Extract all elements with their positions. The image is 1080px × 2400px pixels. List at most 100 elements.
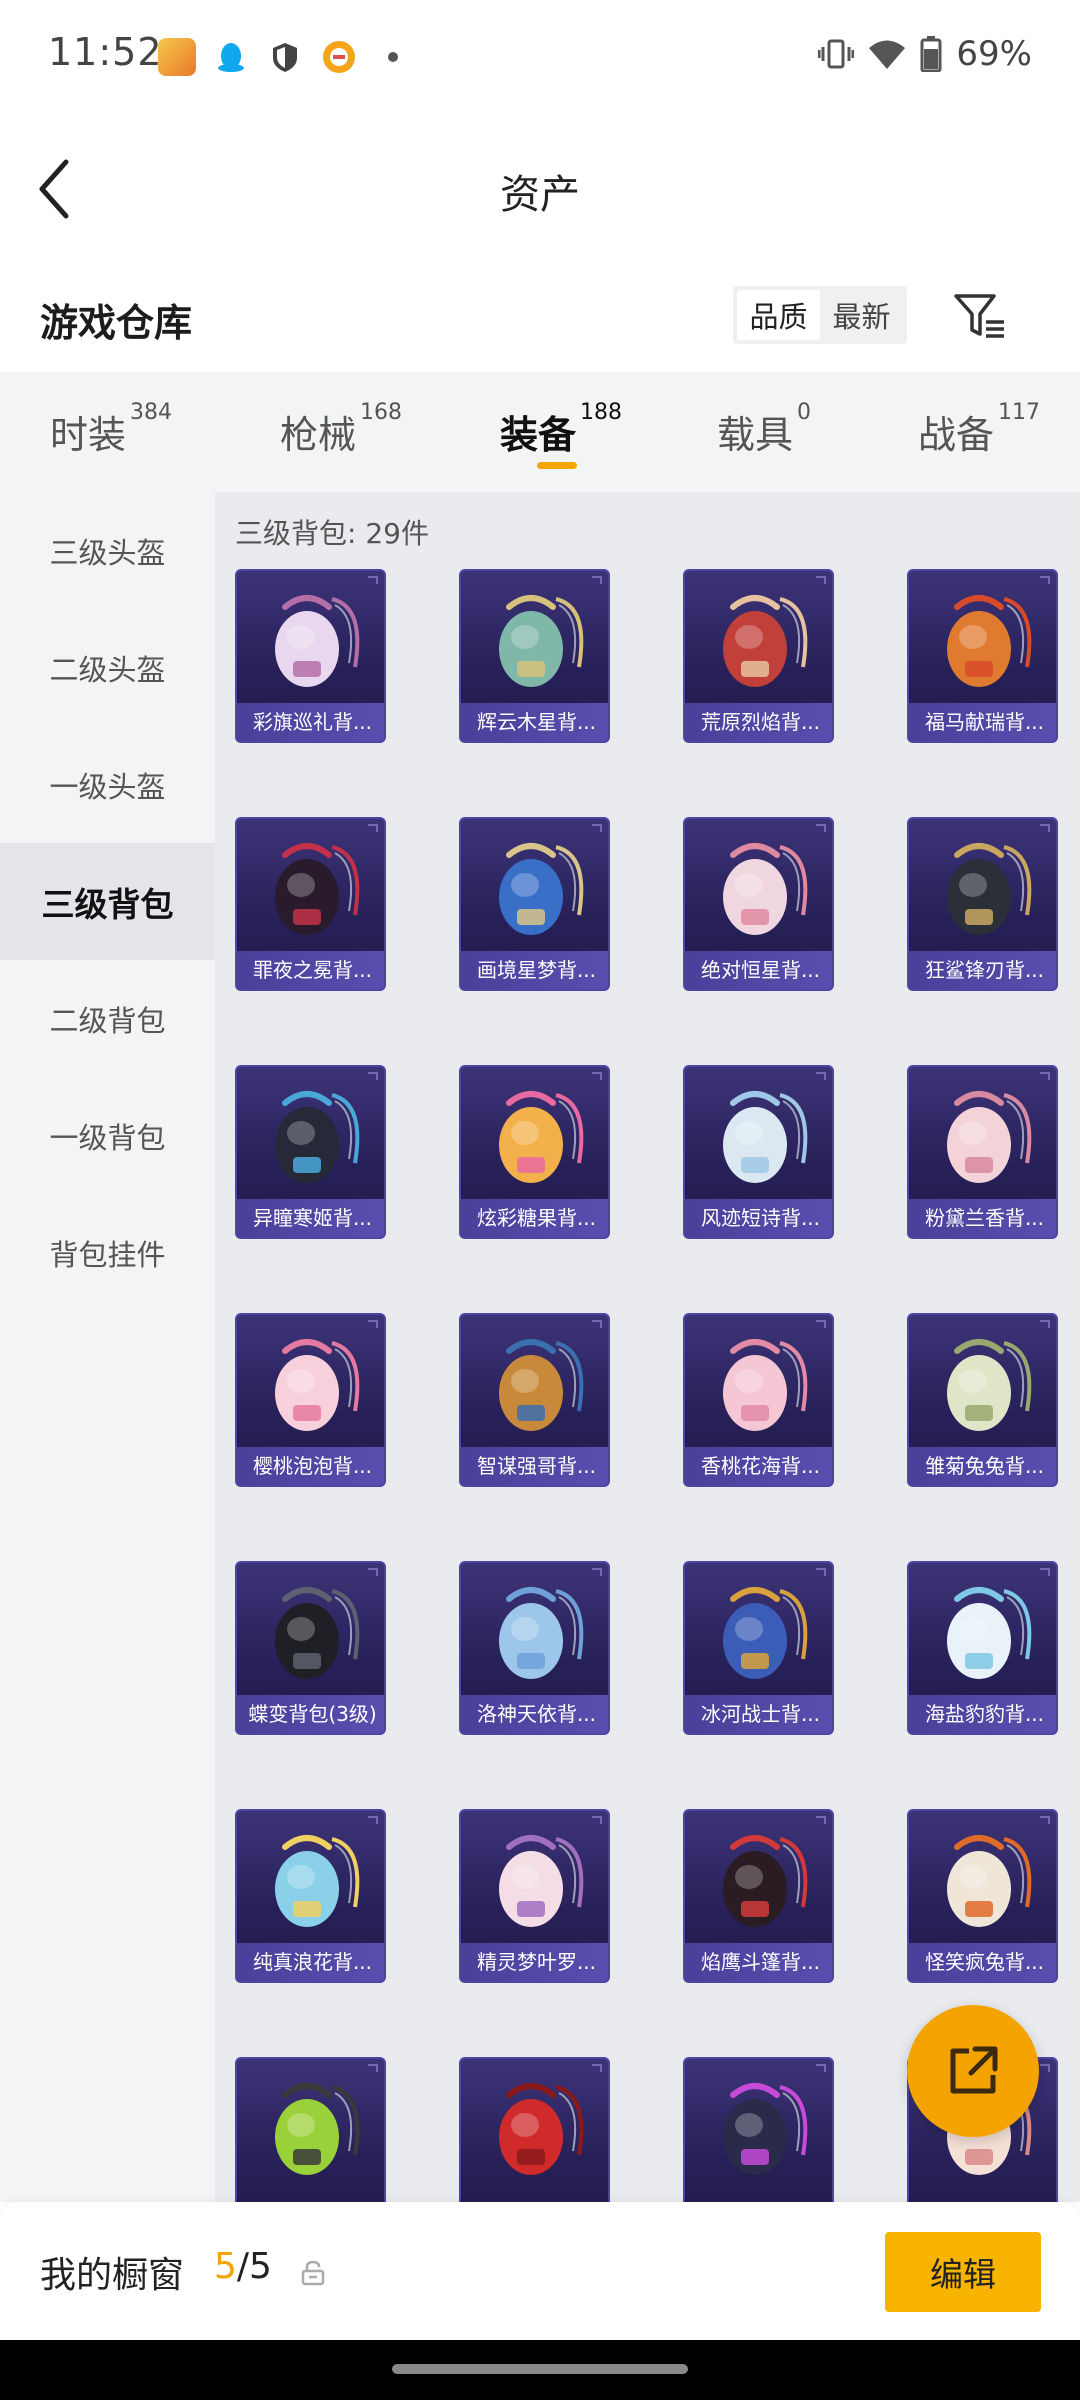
external-link-icon	[950, 2046, 998, 2094]
app-game-icon	[158, 38, 196, 76]
backpack-item-card[interactable]: 福马献瑞背...	[907, 569, 1058, 743]
category-tabs: 时装384 枪械168 装备188 载具0 战备117	[0, 372, 1080, 492]
tab-vehicles[interactable]: 载具0	[717, 400, 811, 459]
sidebar-item-level1-helmet[interactable]: 一级头盔	[0, 726, 215, 843]
edit-button[interactable]: 编辑	[885, 2232, 1041, 2312]
page-title: 资产	[500, 172, 580, 218]
backpack-image	[947, 843, 1032, 935]
showcase-count: 5/5	[214, 2246, 272, 2287]
backpack-item-card[interactable]: 雏菊兔兔背...	[907, 1313, 1058, 1487]
sidebar-item-level1-backpack[interactable]: 一级背包	[0, 1077, 215, 1194]
item-name: 雏菊兔兔背...	[909, 1447, 1056, 1485]
warehouse-section-bar: 游戏仓库 品质 最新	[0, 262, 1080, 372]
backpack-item-card[interactable]: 智谋强哥背...	[459, 1313, 610, 1487]
backpack-item-card[interactable]: 樱桃泡泡背...	[235, 1313, 386, 1487]
lock-icon	[301, 2260, 325, 2286]
backpack-item-card[interactable]: 海盐豹豹背...	[907, 1561, 1058, 1735]
tab-firearms[interactable]: 枪械168	[280, 400, 402, 459]
backpack-image	[947, 1587, 1032, 1679]
share-button[interactable]	[907, 2005, 1039, 2137]
sort-by-quality[interactable]: 品质	[737, 290, 820, 340]
backpack-image	[499, 595, 584, 687]
backpack-item-card[interactable]: 异瞳寒姬背...	[235, 1065, 386, 1239]
backpack-image	[275, 595, 360, 687]
showcase-label: 我的橱窗	[40, 2255, 185, 2296]
backpack-image	[499, 2083, 584, 2175]
backpack-item-card[interactable]: 精灵梦叶罗...	[459, 1809, 610, 1983]
qq-icon	[218, 43, 244, 72]
backpack-item-card[interactable]: 焰鹰斗篷背...	[683, 1809, 834, 1983]
sidebar-item-level3-helmet[interactable]: 三级头盔	[0, 492, 215, 609]
tab-supplies[interactable]: 战备117	[918, 400, 1040, 459]
item-name: 绝对恒星背...	[685, 951, 832, 989]
shield-icon	[273, 43, 297, 72]
item-name: 樱桃泡泡背...	[237, 1447, 384, 1485]
item-count-header: 三级背包: 29件	[235, 517, 429, 550]
backpack-image	[499, 1091, 584, 1183]
tab-label: 时装	[50, 413, 127, 457]
system-nav-bar	[0, 2340, 1080, 2400]
vibrate-icon	[818, 39, 855, 69]
status-time: 11:52	[48, 30, 163, 74]
item-name: 彩旗巡礼背...	[237, 703, 384, 741]
backpack-item-card[interactable]: 纯真浪花背...	[235, 1809, 386, 1983]
sidebar-item-level2-backpack[interactable]: 二级背包	[0, 960, 215, 1077]
section-title: 游戏仓库	[40, 301, 193, 345]
item-name: 怪笑疯兔背...	[909, 1943, 1056, 1981]
backpack-image	[947, 1835, 1032, 1927]
backpack-item-card[interactable]: 蝶变背包(3级)	[235, 1561, 386, 1735]
wifi-icon	[869, 40, 906, 69]
backpack-item-card[interactable]	[459, 2057, 610, 2202]
backpack-item-card[interactable]: 荒原烈焰背...	[683, 569, 834, 743]
backpack-item-card[interactable]: 粉黛兰香背...	[907, 1065, 1058, 1239]
showcase-count-total: /5	[236, 2246, 272, 2287]
tab-label: 战备	[918, 413, 995, 457]
item-name: 异瞳寒姬背...	[237, 1199, 384, 1237]
backpack-item-card[interactable]: 香桃花海背...	[683, 1313, 834, 1487]
backpack-item-card[interactable]: 罪夜之冕背...	[235, 817, 386, 991]
backpack-item-card[interactable]: 炫彩糖果背...	[459, 1065, 610, 1239]
backpack-item-card[interactable]	[235, 2057, 386, 2202]
sidebar-item-level2-helmet[interactable]: 二级头盔	[0, 609, 215, 726]
backpack-item-card[interactable]: 狂鲨锋刃背...	[907, 817, 1058, 991]
backpack-item-card[interactable]: 辉云木星背...	[459, 569, 610, 743]
item-name: 香桃花海背...	[685, 1447, 832, 1485]
home-gesture-handle[interactable]	[392, 2364, 688, 2374]
backpack-image	[275, 2083, 360, 2175]
backpack-item-card[interactable]: 画境星梦背...	[459, 817, 610, 991]
backpack-item-card[interactable]: 彩旗巡礼背...	[235, 569, 386, 743]
tab-label: 载具	[717, 413, 794, 457]
filter-icon[interactable]	[952, 286, 1008, 346]
backpack-image	[499, 1587, 584, 1679]
backpack-item-card[interactable]: 风迹短诗背...	[683, 1065, 834, 1239]
item-name: 画境星梦背...	[461, 951, 608, 989]
backpack-item-card[interactable]: 绝对恒星背...	[683, 817, 834, 991]
ring-app-icon	[323, 41, 355, 73]
item-name: 蝶变背包(3级)	[237, 1695, 384, 1733]
subcategory-sidebar: 三级头盔 二级头盔 一级头盔 三级背包 二级背包 一级背包 背包挂件	[0, 492, 215, 2202]
item-name: 纯真浪花背...	[237, 1943, 384, 1981]
item-name: 炫彩糖果背...	[461, 1199, 608, 1237]
backpack-image	[499, 843, 584, 935]
tab-label: 装备	[500, 413, 577, 457]
backpack-item-card[interactable]: 冰河战士背...	[683, 1561, 834, 1735]
backpack-item-card[interactable]: 洛神天依背...	[459, 1561, 610, 1735]
battery-percent: 69%	[956, 34, 1032, 74]
tab-equipment[interactable]: 装备188	[500, 400, 622, 459]
sidebar-item-level3-backpack[interactable]: 三级背包	[0, 843, 215, 960]
tab-count: 168	[360, 400, 403, 425]
tab-count: 0	[797, 400, 812, 425]
backpack-image	[947, 595, 1032, 687]
showcase-count-current: 5	[214, 2246, 237, 2287]
backpack-item-card[interactable]: 怪笑疯兔背...	[907, 1809, 1058, 1983]
backpack-image	[275, 843, 360, 935]
backpack-image	[723, 1587, 808, 1679]
sort-by-latest[interactable]: 最新	[820, 290, 903, 340]
sidebar-item-backpack-pendant[interactable]: 背包挂件	[0, 1194, 215, 1311]
sort-toggle: 品质 最新	[733, 286, 907, 344]
backpack-image	[723, 595, 808, 687]
backpack-item-card[interactable]	[683, 2057, 834, 2202]
backpack-image	[275, 1587, 360, 1679]
tab-count: 188	[580, 400, 623, 425]
tab-fashion[interactable]: 时装384	[50, 400, 172, 459]
